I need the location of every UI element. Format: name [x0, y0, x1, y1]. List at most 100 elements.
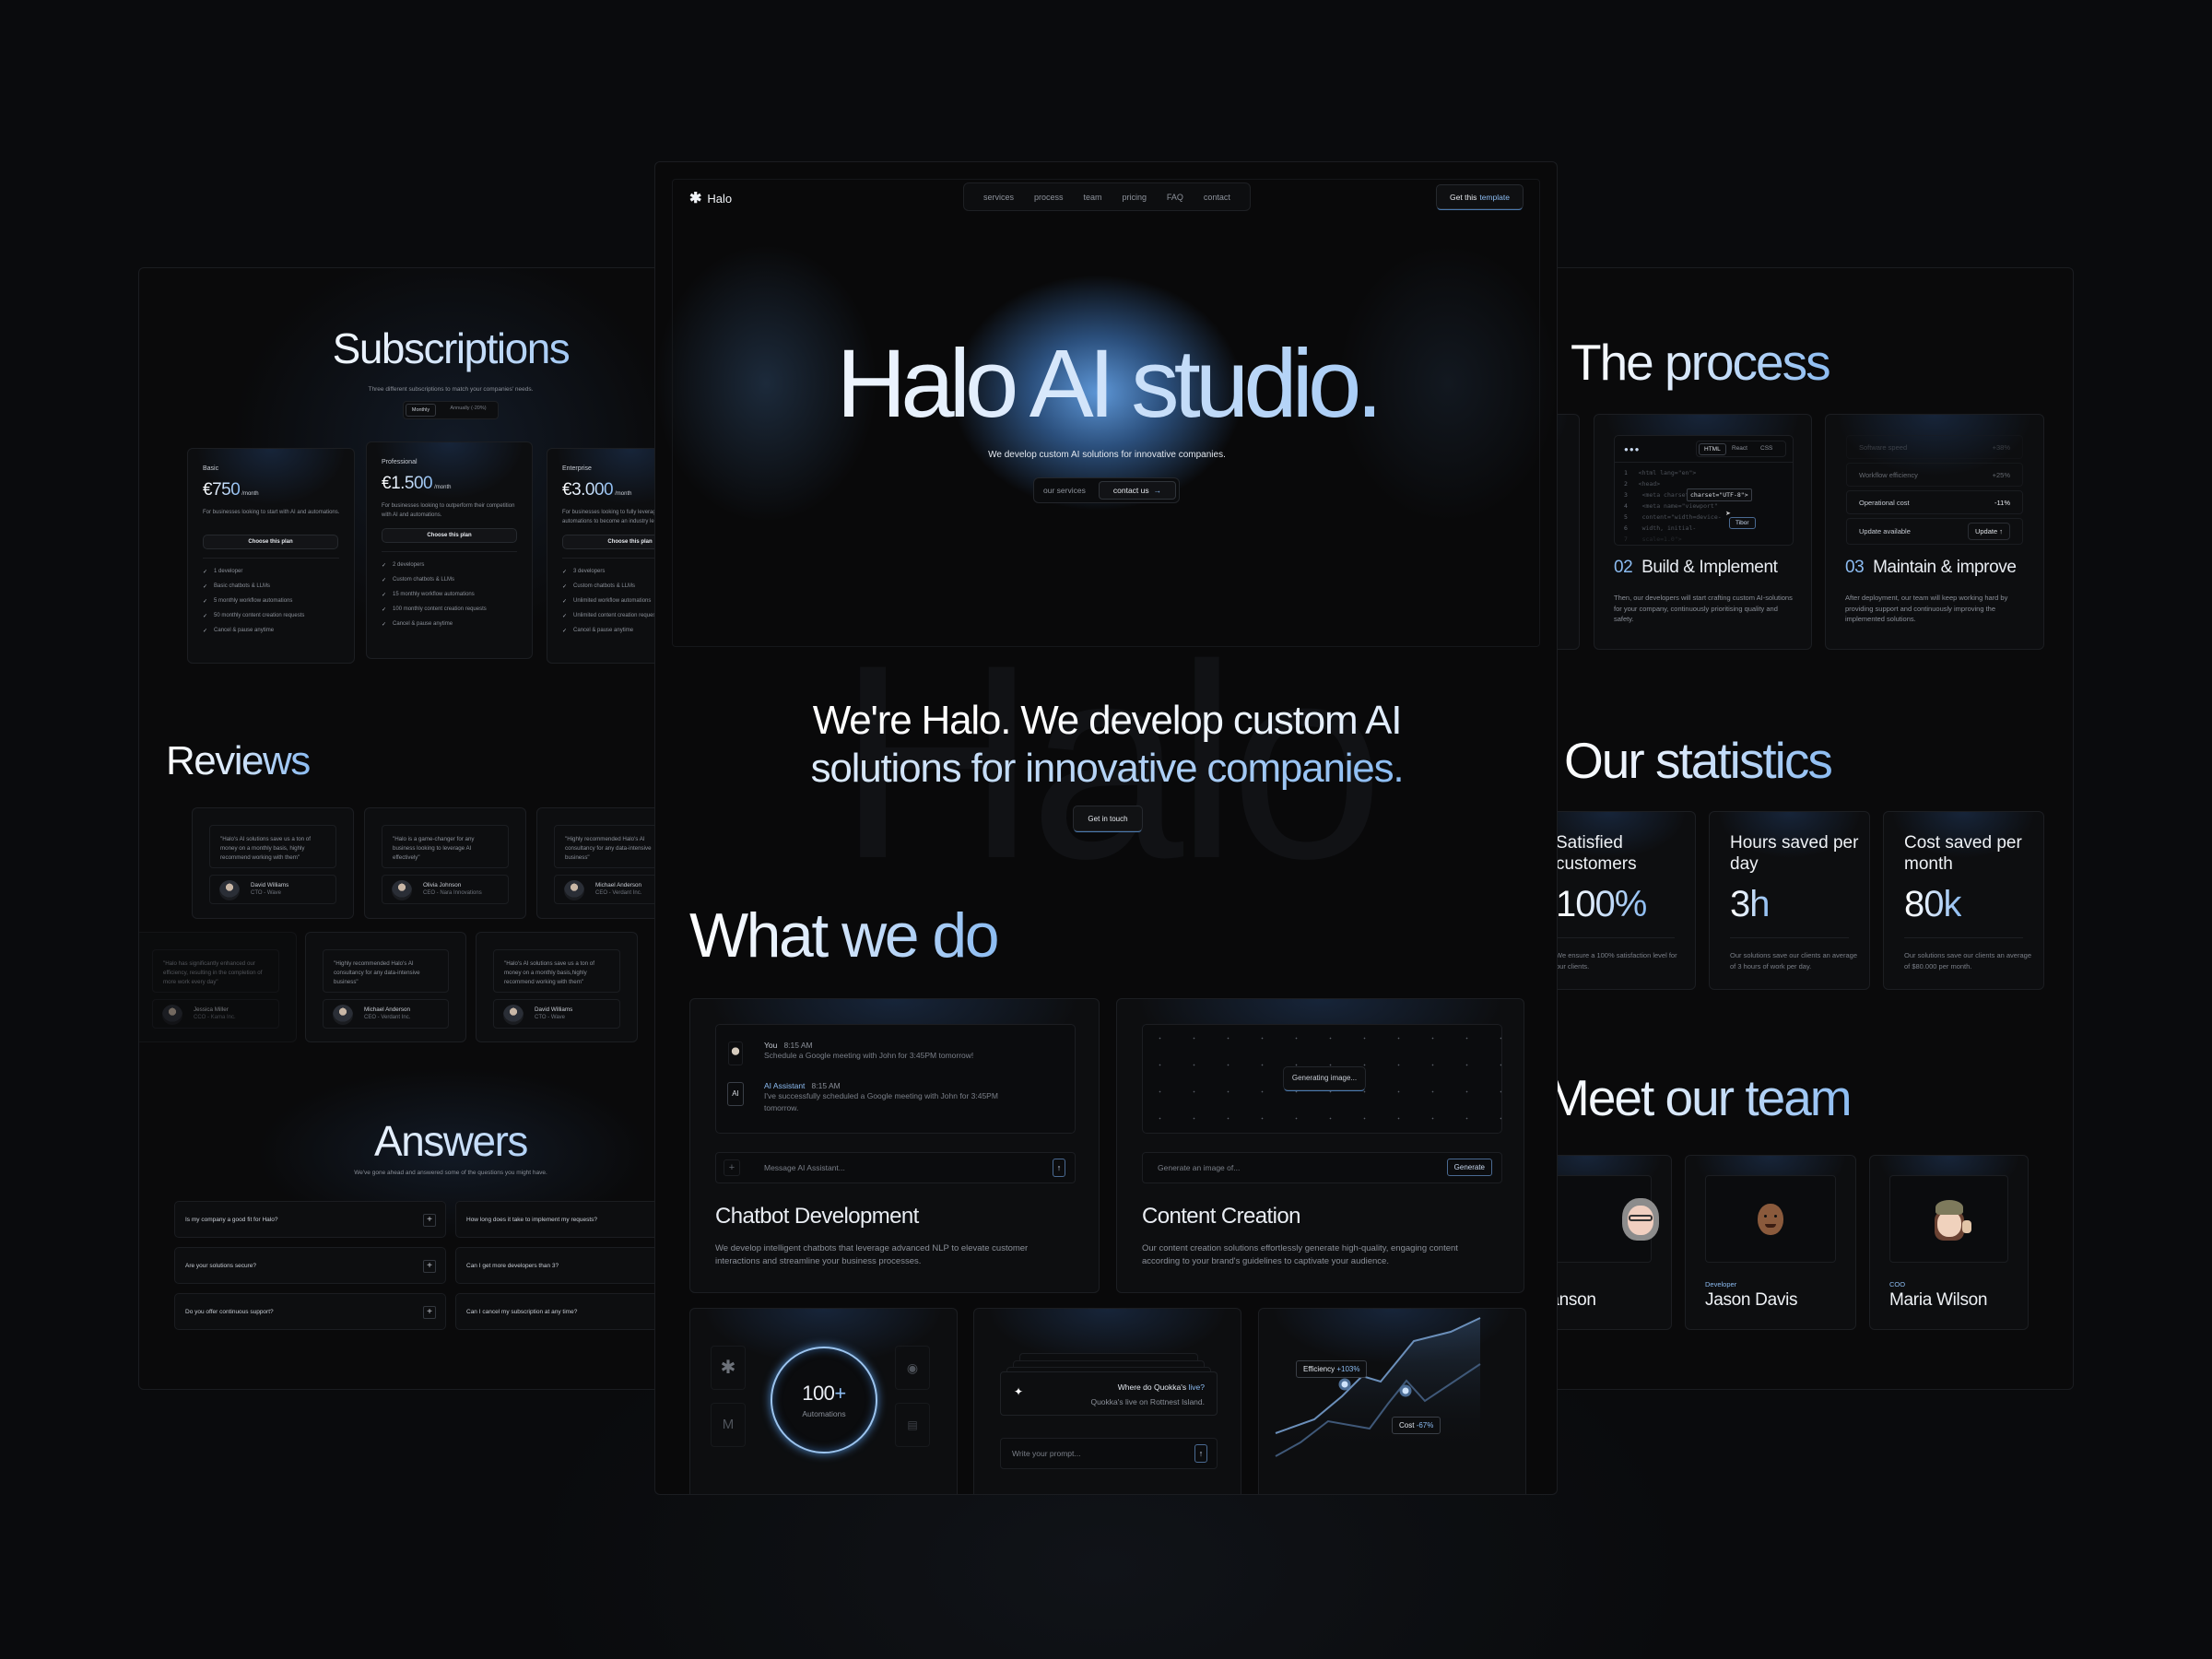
- avatar-memoji: [1621, 1197, 1659, 1241]
- check-icon: ✓: [203, 629, 208, 634]
- step-title: 02 Build & Implement: [1614, 558, 1778, 577]
- tab-html[interactable]: HTML: [1699, 443, 1726, 455]
- prompt-card: ✦ Where do Quokka's live? Quokka's live …: [973, 1308, 1241, 1494]
- answers-subtitle: We've gone ahead and answered some of th…: [354, 1170, 547, 1176]
- check-icon: ✓: [203, 570, 208, 575]
- billing-toggle[interactable]: Monthly Annually (-20%): [403, 401, 499, 419]
- faq-item[interactable]: Is my company a good fit for Halo? +: [174, 1201, 446, 1238]
- chat-input[interactable]: + Message AI Assistant... ↑: [715, 1152, 1076, 1183]
- main-nav: services process team pricing FAQ contac…: [963, 182, 1251, 211]
- toggle-annually[interactable]: Annually (-20%): [441, 406, 496, 411]
- prompt-placeholder: Write your prompt...: [1012, 1449, 1081, 1458]
- chat-message: AI Assistant 8:15 AM I've successfully sc…: [764, 1081, 998, 1112]
- check-icon: ✓: [562, 584, 568, 590]
- code-selection: charset="UTF-8">: [1687, 488, 1752, 501]
- team-title: Meet our team: [1547, 1069, 1853, 1126]
- plan-price: €1.500/month: [382, 474, 452, 493]
- plus-icon[interactable]: +: [724, 1159, 740, 1176]
- update-row: Update available Update ↑: [1846, 518, 2023, 545]
- nav-contact[interactable]: contact: [1204, 193, 1230, 202]
- plus-icon: +: [423, 1214, 436, 1227]
- image-prompt-input[interactable]: Generate an image of... Generate: [1142, 1152, 1502, 1183]
- choose-plan-button[interactable]: Choose this plan: [203, 535, 338, 549]
- plan-feature: ✓ 5 monthly workflow automations: [203, 598, 293, 605]
- nav-services[interactable]: services: [983, 193, 1014, 202]
- metric-row: Operational cost -11%: [1846, 490, 2023, 514]
- generate-button[interactable]: Generate: [1446, 1159, 1492, 1176]
- faq-item[interactable]: Are your solutions secure? +: [174, 1247, 446, 1284]
- review-card: "Halo has significantly enhanced our eff…: [139, 932, 297, 1042]
- plus-icon: +: [423, 1306, 436, 1319]
- plan-feature: ✓ Custom chatbots & LLMs: [382, 577, 455, 583]
- check-icon: ✓: [203, 584, 208, 590]
- get-template-button[interactable]: Get this template: [1436, 184, 1524, 209]
- choose-plan-button[interactable]: Choose this plan: [382, 528, 517, 543]
- review-author: David Williams CTO - Wave: [209, 875, 336, 904]
- statistics-title: Our statistics: [1564, 732, 1833, 789]
- automations-card: ✱ M ◉ ▤ 100+ Automations: [689, 1308, 958, 1494]
- nav-pricing[interactable]: pricing: [1122, 193, 1147, 202]
- review-author: Olivia Johnson CEO - Nara Innovations: [382, 875, 509, 904]
- plan-tier: Enterprise: [562, 465, 592, 472]
- arrow-right-icon: →: [1153, 486, 1162, 495]
- arrow-up-icon: ↑: [1999, 527, 2003, 535]
- hero-subtitle: We develop custom AI solutions for innov…: [988, 450, 1226, 460]
- team-photo: [1889, 1175, 2008, 1263]
- ai-answer-card: ✦ Where do Quokka's live? Quokka's live …: [1000, 1371, 1218, 1416]
- review-card: "Halo is a game-changer for any business…: [364, 807, 526, 919]
- toggle-monthly[interactable]: Monthly: [406, 404, 436, 417]
- review-quote: "Halo's AI solutions save us a ton of mo…: [209, 825, 336, 868]
- tab-react[interactable]: React: [1732, 445, 1747, 452]
- nav-process[interactable]: process: [1034, 193, 1064, 202]
- chat-message: You 8:15 AM Schedule a Google meeting wit…: [764, 1041, 974, 1060]
- plan-feature: ✓ 2 developers: [382, 562, 425, 569]
- send-arrow-icon[interactable]: ↑: [1194, 1444, 1207, 1463]
- cost-tag: Cost -67%: [1392, 1417, 1441, 1434]
- review-card: "Highly recommended Halo's AI consultanc…: [305, 932, 466, 1042]
- plan-desc: For businesses looking to start with AI …: [203, 510, 340, 515]
- plan-card-basic: Basic €750/month For businesses looking …: [187, 448, 355, 664]
- plan-card-professional: Professional €1.500/month For businesses…: [366, 441, 533, 659]
- step-title: 03 Maintain & improve: [1845, 558, 2017, 577]
- discord-icon: ◉: [906, 1360, 919, 1375]
- check-icon: ✓: [562, 570, 568, 575]
- stat-card: Hours saved per day 3h Our solutions save …: [1709, 811, 1870, 990]
- process-step-card-build: ●●● HTML React CSS 1 <html lang="en"> 2 …: [1594, 414, 1812, 650]
- review-author: David Williams CTO - Wave: [493, 999, 620, 1029]
- check-icon: ✓: [382, 622, 387, 628]
- contact-us-button[interactable]: contact us →: [1099, 481, 1176, 500]
- team-card: Developer Jason Davis: [1685, 1155, 1856, 1330]
- automations-ring: 100+ Automations: [771, 1347, 877, 1453]
- update-button[interactable]: Update ↑: [1967, 523, 2010, 540]
- prompt-input[interactable]: Write your prompt... ↑: [1000, 1438, 1218, 1469]
- faq-item[interactable]: Do you offer continuous support? +: [174, 1293, 446, 1330]
- plan-feature: ✓ Cancel & pause anytime: [382, 621, 453, 628]
- avatar: [564, 880, 584, 900]
- logo[interactable]: ✱ Halo: [689, 189, 732, 207]
- tab-css[interactable]: CSS: [1760, 445, 1772, 452]
- divider: [203, 558, 339, 559]
- plus-icon: +: [423, 1260, 436, 1273]
- avatar-memoji: [1752, 1198, 1789, 1241]
- review-author: Jessica Miller CCO - Kama Inc.: [152, 999, 279, 1029]
- service-title: Chatbot Development: [715, 1204, 919, 1229]
- plan-feature: ✓ 15 monthly workflow automations: [382, 592, 475, 598]
- plan-feature: ✓ Unlimited workflow automations: [562, 598, 652, 605]
- what-we-do-title: What we do: [689, 900, 1000, 971]
- check-icon: ✓: [562, 614, 568, 619]
- send-arrow-icon[interactable]: ↑: [1053, 1159, 1065, 1177]
- plan-feature: ✓ 3 developers: [562, 569, 606, 575]
- avatar-memoji: [1931, 1198, 1971, 1241]
- plan-feature: ✓ Unlimited content creation requests: [562, 613, 661, 619]
- get-in-touch-button[interactable]: Get in touch: [1073, 806, 1143, 831]
- plan-tier: Basic: [203, 465, 219, 472]
- about-statement: We're Halo. We develop custom AI solutio…: [810, 698, 1405, 791]
- integration-tile: ◉: [895, 1346, 930, 1390]
- cursor-icon: ➤: [1725, 511, 1731, 517]
- nav-team[interactable]: team: [1083, 193, 1101, 202]
- plan-price: €750/month: [203, 480, 259, 500]
- our-services-button[interactable]: our services: [1043, 486, 1086, 495]
- review-quote: "Halo's AI solutions save us a ton of mo…: [493, 949, 620, 993]
- plan-feature: ✓ Custom chatbots & LLMs: [562, 583, 636, 590]
- nav-faq[interactable]: FAQ: [1167, 193, 1183, 202]
